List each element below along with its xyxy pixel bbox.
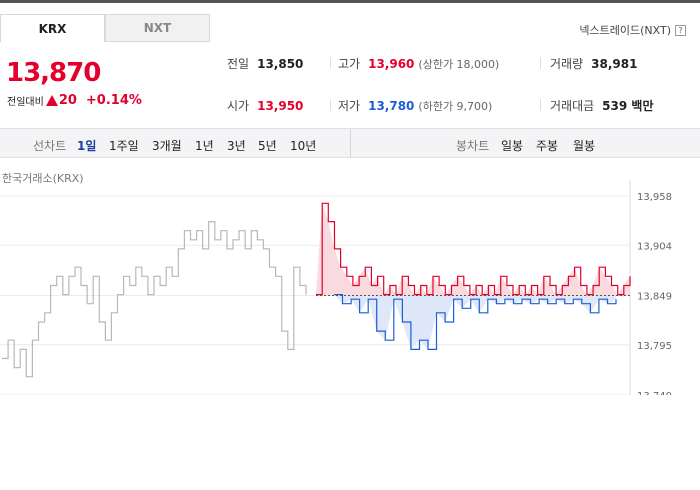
- change-percent: +0.14%: [85, 93, 142, 108]
- nextrade-info[interactable]: 넥스트레이드(NXT) ?: [579, 22, 686, 38]
- tab-krx[interactable]: KRX: [0, 14, 105, 42]
- period-3m[interactable]: 3개월: [152, 137, 182, 154]
- stat-divider: [330, 99, 331, 111]
- candle-daily[interactable]: 일봉: [501, 137, 523, 154]
- y-tick-label: 13,958: [637, 192, 672, 203]
- period-1y[interactable]: 1년: [195, 137, 214, 154]
- y-tick-label: 13,740: [637, 391, 672, 395]
- period-5y[interactable]: 5년: [258, 137, 277, 154]
- candle-weekly[interactable]: 주봉: [536, 137, 558, 154]
- stat-volume: 거래량 38,981: [550, 57, 638, 71]
- price-change: 전일대비 20 +0.14%: [7, 93, 142, 108]
- triangle-up-icon: [45, 95, 58, 106]
- line-chart-label: 선차트: [33, 139, 67, 153]
- period-1d[interactable]: 1일: [77, 137, 96, 154]
- stat-divider: [540, 57, 541, 69]
- help-icon[interactable]: ?: [675, 24, 686, 36]
- intraday-line-chart: 13,958 13,904 13,849 13,795 13,740: [0, 180, 672, 395]
- candle-chart-label: 봉차트: [456, 139, 490, 153]
- stat-open: 시가 13,950: [227, 99, 304, 113]
- stat-high: 고가 13,960 (상한가 18,000): [338, 57, 500, 71]
- stat-prev-close: 전일 13,850: [227, 57, 304, 71]
- stat-low: 저가 13,780 (하한가 9,700): [338, 99, 493, 113]
- series-current-area-up: [316, 203, 630, 296]
- period-selector-bar: 선차트 1일 1주일 3개월 1년 3년 5년 10년 봉차트 일봉 주봉 월봉: [0, 128, 700, 158]
- stat-divider: [540, 99, 541, 111]
- current-price: 13,870: [6, 58, 101, 88]
- stat-divider: [330, 57, 331, 69]
- nextrade-link[interactable]: 넥스트레이드(NXT): [579, 22, 671, 38]
- exchange-tabs: KRX NXT: [0, 14, 210, 42]
- y-tick-label: 13,849: [637, 292, 672, 303]
- y-tick-label: 13,795: [637, 341, 672, 352]
- period-1w[interactable]: 1주일: [109, 137, 139, 154]
- period-bar-divider: [350, 129, 351, 157]
- tab-nxt[interactable]: NXT: [105, 14, 210, 42]
- top-border: [0, 0, 700, 3]
- period-10y[interactable]: 10년: [290, 137, 316, 154]
- y-tick-label: 13,904: [637, 241, 672, 252]
- period-3y[interactable]: 3년: [227, 137, 246, 154]
- change-label: 전일대비: [7, 97, 44, 108]
- candle-monthly[interactable]: 월봉: [573, 137, 595, 154]
- stat-amount: 거래대금 539 백만: [550, 99, 654, 113]
- change-value: 20: [58, 93, 77, 108]
